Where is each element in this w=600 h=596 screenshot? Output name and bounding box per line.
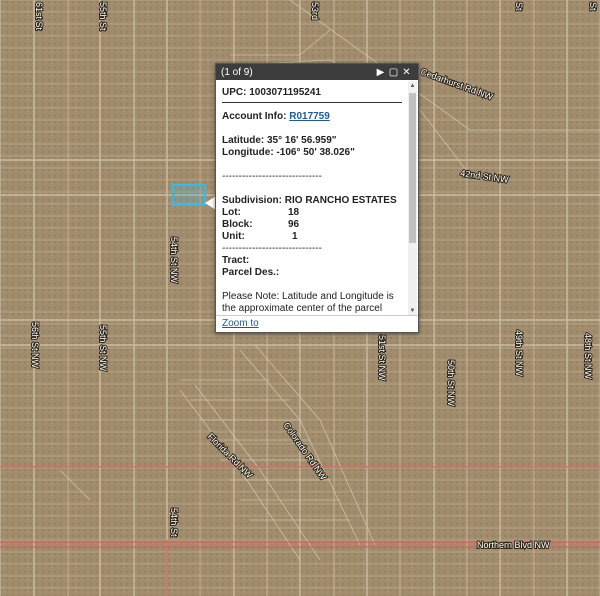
popup-titlebar: (1 of 9) ▶ ▢ ✕ xyxy=(216,64,418,80)
road-label-49th: 49th St NW xyxy=(514,330,524,377)
popup-scrollbar[interactable]: ▲ ▼ xyxy=(408,81,417,316)
road-label-48th: 48th St NW xyxy=(583,333,593,380)
unit-label: Unit: xyxy=(222,231,245,242)
road-label-northern: Northern Blvd NW xyxy=(477,540,550,550)
block-row: Block: 96 xyxy=(222,219,402,231)
block-value: 96 xyxy=(288,219,300,230)
road-label-edge-2: St xyxy=(588,2,598,11)
unit-value: 1 xyxy=(292,231,298,242)
road-label-56th: 56th St NW xyxy=(30,322,40,369)
account-info: Account Info: R017759 xyxy=(222,111,402,123)
road-label-55th: 55th St NW xyxy=(98,325,108,372)
popup-footer: Zoom to xyxy=(216,315,418,332)
upc-text: UPC: 1003071195241 xyxy=(222,87,402,103)
subdivision-text: Subdivision: RIO RANCHO ESTATES xyxy=(222,195,397,206)
lot-row: Lot: 18 xyxy=(222,207,402,219)
zoom-to-link[interactable]: Zoom to xyxy=(222,318,259,329)
longitude-text: Longitude: -106° 50' 38.026" xyxy=(222,147,355,158)
parcel-description-label: Parcel Des.: xyxy=(222,267,280,278)
road-label-54th-bottom: 54th St xyxy=(169,508,179,537)
scroll-thumb[interactable] xyxy=(409,93,416,243)
scroll-up-icon[interactable]: ▲ xyxy=(408,81,417,91)
account-link[interactable]: R017759 xyxy=(289,111,330,122)
selected-parcel-highlight[interactable] xyxy=(172,184,206,206)
account-label: Account Info: xyxy=(222,111,287,122)
divider-1: ------------------------------ xyxy=(222,171,322,182)
lat-long-note: Please Note: Latitude and Longitude is t… xyxy=(222,291,394,316)
tract-label: Tract: xyxy=(222,255,250,266)
road-label-50th: 50th St NW xyxy=(446,360,456,407)
maximize-icon[interactable]: ▢ xyxy=(387,67,400,78)
lot-label: Lot: xyxy=(222,207,241,218)
popup-result-count: (1 of 9) xyxy=(221,66,253,78)
parcel-info-popup: (1 of 9) ▶ ▢ ✕ UPC: 1003071195241 Accoun… xyxy=(215,63,419,333)
road-label-edge-1: St xyxy=(514,2,524,11)
lot-value: 18 xyxy=(288,207,300,218)
divider-2: ------------------------------ xyxy=(222,243,322,254)
play-icon[interactable]: ▶ xyxy=(374,67,387,78)
popup-content[interactable]: UPC: 1003071195241 Account Info: R017759… xyxy=(216,81,408,316)
close-icon[interactable]: ✕ xyxy=(400,67,413,78)
road-label-55th-top: 55th St xyxy=(98,2,108,31)
road-label-51st: 51st St NW xyxy=(377,335,387,381)
road-label-53rd: 53rd xyxy=(310,2,320,20)
block-label: Block: xyxy=(222,219,253,230)
latitude-text: Latitude: 35° 16' 56.959" xyxy=(222,135,337,146)
unit-row: Unit: 1 xyxy=(222,231,402,243)
road-label-54th: 54th St NW xyxy=(169,237,179,284)
road-label-61st: 61st St xyxy=(34,2,44,31)
